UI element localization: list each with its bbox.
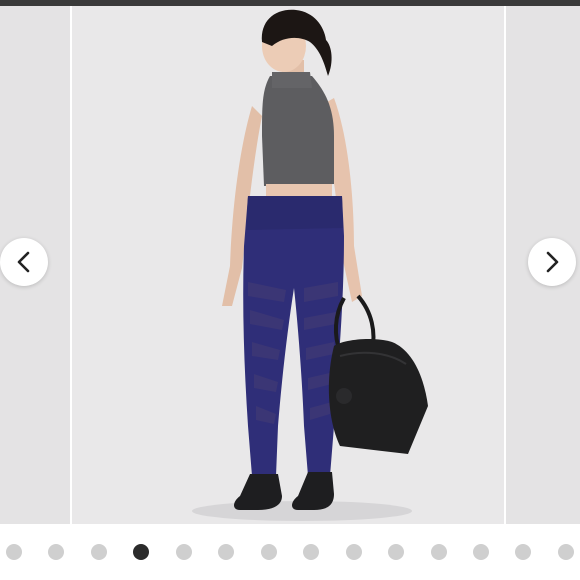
pagination-dot-active[interactable] <box>133 544 150 560</box>
product-image[interactable] <box>72 6 504 524</box>
pagination-dot[interactable] <box>515 544 532 560</box>
image-carousel[interactable] <box>0 6 580 524</box>
pagination-dot[interactable] <box>260 544 277 560</box>
next-button[interactable] <box>528 238 576 286</box>
previous-button[interactable] <box>0 238 48 286</box>
pagination-dot[interactable] <box>48 544 65 560</box>
pagination-dot[interactable] <box>472 544 489 560</box>
pagination-dots <box>0 524 580 580</box>
chevron-left-icon <box>17 251 30 273</box>
model-photo <box>72 6 504 524</box>
pagination-dot[interactable] <box>175 544 192 560</box>
pagination-dot[interactable] <box>345 544 362 560</box>
pagination-dot[interactable] <box>90 544 107 560</box>
pagination-dot[interactable] <box>388 544 405 560</box>
pagination-dot[interactable] <box>557 544 574 560</box>
pagination-dot[interactable] <box>218 544 235 560</box>
pagination-dot[interactable] <box>430 544 447 560</box>
pagination-dot[interactable] <box>6 544 22 560</box>
chevron-right-icon <box>546 251 559 273</box>
pagination-dot[interactable] <box>303 544 320 560</box>
